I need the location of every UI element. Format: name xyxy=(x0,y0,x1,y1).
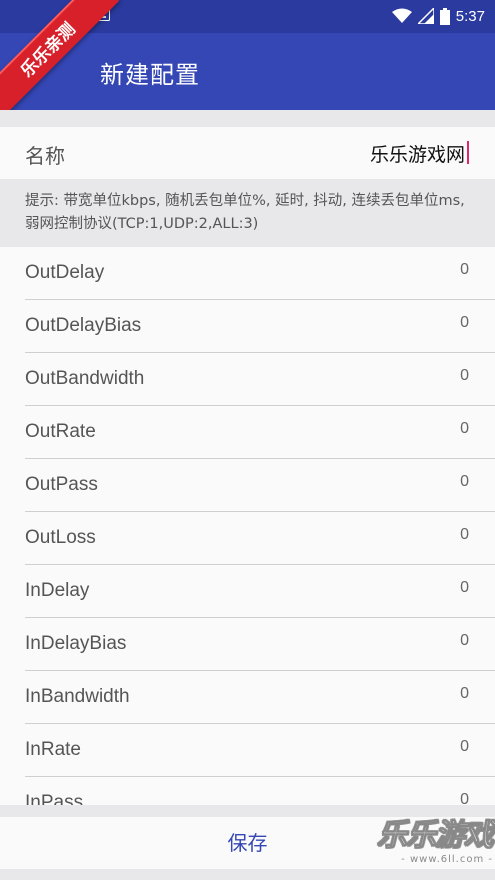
page-title: 新建配置 xyxy=(100,61,200,89)
spacer xyxy=(0,110,495,127)
field-input[interactable]: 0 xyxy=(460,314,469,332)
field-row-out-rate[interactable]: OutRate 0 xyxy=(0,406,495,459)
text-caret xyxy=(467,141,469,164)
field-label: OutRate xyxy=(25,421,96,442)
wifi-icon xyxy=(391,8,412,23)
field-label: OutLoss xyxy=(25,527,96,548)
field-label: OutDelay xyxy=(25,262,105,283)
field-row-in-pass[interactable]: InPass 0 xyxy=(0,777,495,805)
field-label: OutBandwidth xyxy=(25,368,145,389)
field-row-in-rate[interactable]: InRate 0 xyxy=(0,724,495,777)
field-input[interactable]: 0 xyxy=(460,261,469,279)
field-label: InRate xyxy=(25,739,81,760)
field-row-in-delay[interactable]: InDelay 0 xyxy=(0,565,495,618)
field-label: OutDelayBias xyxy=(25,315,142,336)
save-bar: 保存 xyxy=(0,817,495,869)
save-button[interactable]: 保存 xyxy=(0,817,495,869)
field-input[interactable]: 0 xyxy=(460,685,469,703)
config-field-list[interactable]: OutDelay 0 OutDelayBias 0 OutBandwidth 0… xyxy=(0,247,495,805)
battery-icon xyxy=(439,7,450,25)
keyboard-icon xyxy=(92,9,110,21)
name-input[interactable]: 乐乐游戏网 xyxy=(370,140,465,167)
field-row-out-delay[interactable]: OutDelay 0 xyxy=(0,247,495,300)
field-input[interactable]: 0 xyxy=(460,791,469,805)
field-input[interactable]: 0 xyxy=(460,473,469,491)
field-input[interactable]: 0 xyxy=(460,526,469,544)
hint-text: 提示: 带宽单位kbps, 随机丢包单位%, 延时, 抖动, 连续丢包单位ms,… xyxy=(0,179,495,247)
spacer xyxy=(0,805,495,817)
field-input[interactable]: 0 xyxy=(460,367,469,385)
field-row-out-delay-bias[interactable]: OutDelayBias 0 xyxy=(0,300,495,353)
field-label: InDelay xyxy=(25,580,90,601)
field-label: InPass xyxy=(25,792,84,805)
clock: 5:37 xyxy=(455,7,485,25)
field-input[interactable]: 0 xyxy=(460,632,469,650)
field-row-in-delay-bias[interactable]: InDelayBias 0 xyxy=(0,618,495,671)
field-label: OutPass xyxy=(25,474,98,495)
field-input[interactable]: 0 xyxy=(460,420,469,438)
bottom-strip xyxy=(0,869,495,880)
field-row-out-loss[interactable]: OutLoss 0 xyxy=(0,512,495,565)
signal-icon xyxy=(417,8,434,24)
app-bar: 新建配置 xyxy=(0,33,495,110)
arrow-left-icon[interactable] xyxy=(28,59,52,83)
field-row-in-bandwidth[interactable]: InBandwidth 0 xyxy=(0,671,495,724)
field-input[interactable]: 0 xyxy=(460,738,469,756)
field-row-out-bandwidth[interactable]: OutBandwidth 0 xyxy=(0,353,495,406)
field-label: InDelayBias xyxy=(25,633,127,654)
name-field-row[interactable]: 名称 乐乐游戏网 xyxy=(0,127,495,179)
field-row-out-pass[interactable]: OutPass 0 xyxy=(0,459,495,512)
name-label: 名称 xyxy=(25,144,65,168)
field-label: InBandwidth xyxy=(25,686,130,707)
status-bar: 5:37 xyxy=(0,0,495,33)
system-icons: 5:37 xyxy=(391,7,485,25)
field-input[interactable]: 0 xyxy=(460,579,469,597)
